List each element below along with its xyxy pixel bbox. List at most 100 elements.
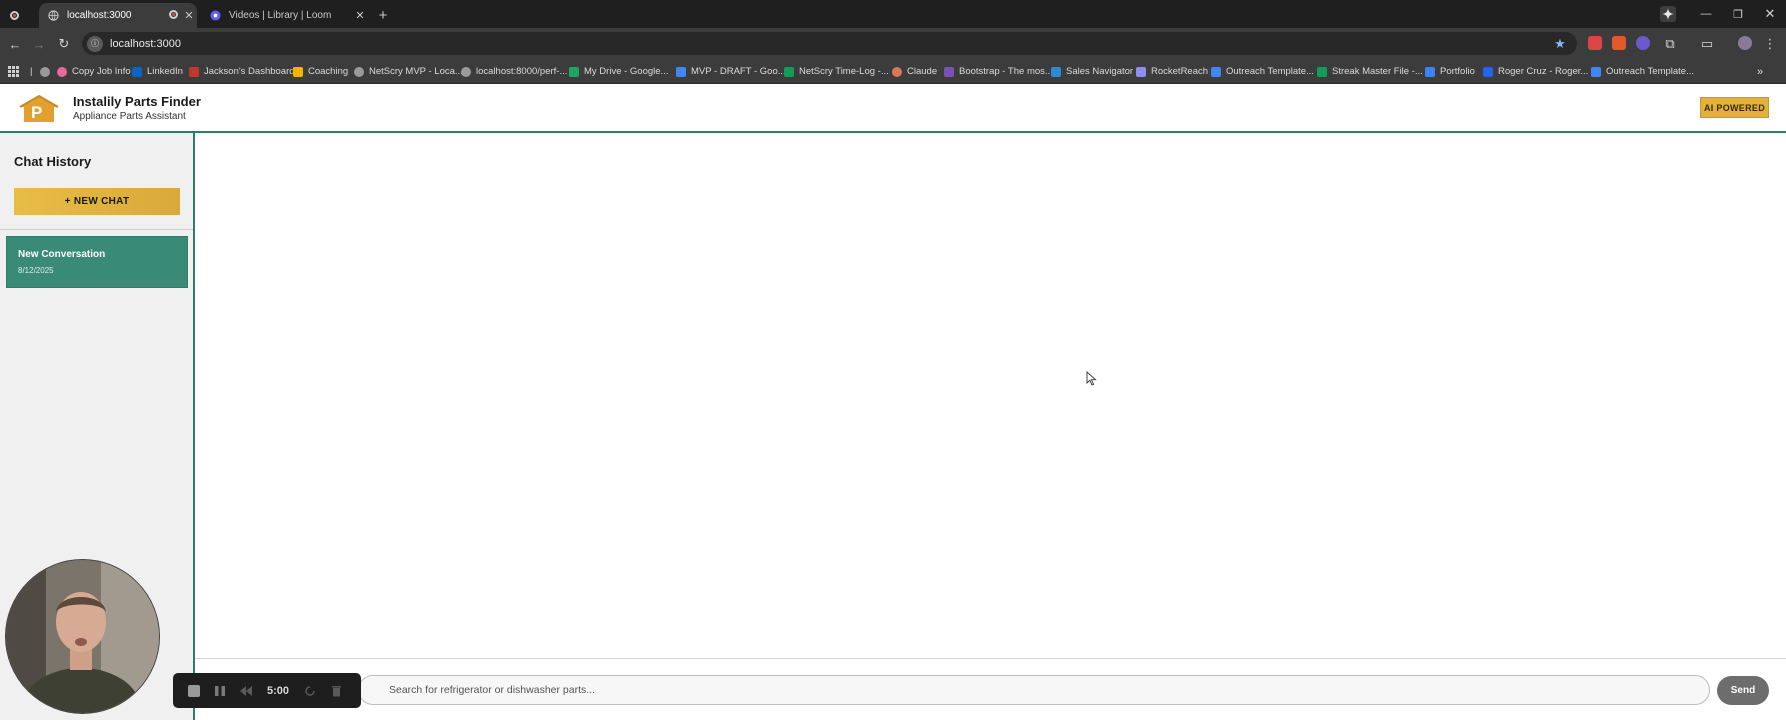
gemini-icon[interactable] [1652, 0, 1684, 28]
profile-avatar-icon[interactable] [1738, 36, 1752, 50]
bookmark-label: Outreach Template... [1226, 66, 1315, 77]
menu-kebab-icon[interactable]: ⋮ [1760, 34, 1780, 54]
mouse-cursor-icon [1086, 370, 1097, 391]
address-bar[interactable]: ⓘ localhost:3000 [82, 32, 1577, 55]
stop-icon[interactable] [181, 678, 207, 704]
recording-tab-icon [165, 9, 181, 22]
tab-title: Videos | Library | Loom [229, 10, 332, 21]
bookmark-item[interactable]: localhost:8000/perf-... [461, 64, 567, 79]
close-window-icon[interactable]: ✕ [1754, 0, 1786, 28]
apps-grid-icon[interactable] [8, 64, 19, 79]
bookmark-item[interactable]: NetScry Time-Log -... [784, 64, 889, 79]
conversation-item[interactable]: New Conversation 8/12/2025 [6, 236, 188, 288]
ai-powered-badge: AI POWERED [1700, 97, 1769, 118]
side-panel-icon[interactable]: ▭ [1697, 34, 1717, 54]
bookmark-label: LinkedIn [147, 66, 183, 77]
bookmark-item[interactable]: Outreach Template... [1591, 64, 1694, 79]
app-title: Instalily Parts Finder [73, 94, 201, 109]
bookmark-item[interactable]: Roger Cruz - Roger... [1483, 64, 1588, 79]
docs-icon [1591, 66, 1601, 77]
extension-orange-icon[interactable] [1612, 36, 1626, 50]
bookmark-item[interactable]: Portfolio [1425, 64, 1475, 79]
globe-icon [461, 66, 471, 77]
bookmarks-bar: | Copy Job Info LinkedIn Jackson's Dashb… [0, 59, 1786, 84]
minimize-icon[interactable]: — [1690, 0, 1722, 28]
bookmark-label: MVP - DRAFT - Goo... [691, 66, 786, 77]
recording-indicator-icon [10, 3, 36, 28]
bookmark-label: Jackson's Dashboard [204, 66, 295, 77]
bookmark-label: Outreach Template... [1606, 66, 1695, 77]
bookmark-star-icon[interactable]: ★ [1550, 34, 1570, 54]
docs-icon [676, 66, 686, 77]
webcam-bubble[interactable] [5, 559, 160, 714]
bookmark-label: Portfolio [1440, 66, 1475, 77]
bookmark-item[interactable]: Streak Master File -... [1317, 64, 1423, 79]
bookmark-item[interactable]: Sales Navigator [1051, 64, 1133, 79]
tab-loom[interactable]: Videos | Library | Loom ✕ [201, 3, 368, 28]
house-logo-icon: P [18, 94, 60, 124]
forward-icon[interactable]: → [29, 34, 49, 54]
bookmark-item[interactable]: Outreach Template... [1211, 64, 1314, 79]
new-tab-button[interactable]: + [372, 3, 394, 28]
extensions-puzzle-icon[interactable]: ⧉ [1660, 34, 1680, 54]
bookmark-label: localhost:8000/perf-... [476, 66, 568, 77]
pause-icon[interactable] [207, 678, 233, 704]
bookmark-item[interactable]: Coaching [293, 64, 348, 79]
tab-title: localhost:3000 [67, 10, 132, 21]
close-tab-icon[interactable]: ✕ [352, 9, 368, 22]
browser-tab-strip: localhost:3000 ✕ Videos | Library | Loom… [0, 0, 1786, 28]
bookmark-item[interactable]: Copy Job Info [57, 64, 131, 79]
bookmark-item[interactable]: Bootstrap - The mos... [944, 64, 1053, 79]
bookmark-item[interactable]: My Drive - Google... [569, 64, 668, 79]
app-subtitle: Appliance Parts Assistant [73, 111, 186, 122]
dashboard-icon [189, 66, 199, 77]
bootstrap-icon [944, 66, 954, 77]
sidebar-divider [0, 229, 193, 230]
rewind-icon[interactable] [233, 678, 259, 704]
browser-toolbar: ← → ↻ ⓘ localhost:3000 ★ ⧉ ▭ ⋮ [0, 28, 1786, 59]
bookmark-item[interactable]: Jackson's Dashboard [189, 64, 295, 79]
bookmark-label: Coaching [308, 66, 349, 77]
bookmark-item[interactable]: Claude [892, 64, 937, 79]
app-header: P Instalily Parts Finder Appliance Parts… [0, 84, 1786, 133]
url-text: localhost:3000 [110, 37, 181, 50]
send-button[interactable]: Send [1717, 676, 1769, 705]
rocket-icon [1136, 66, 1146, 77]
bookmark-label: RocketReach [1151, 66, 1209, 77]
bookmark-label: Sales Navigator [1066, 66, 1134, 77]
sidebar-title: Chat History [14, 154, 92, 169]
extension-red-icon[interactable] [1588, 36, 1602, 50]
bookmark-item[interactable]: NetScry MVP - Loca... [354, 64, 463, 79]
close-tab-icon[interactable]: ✕ [181, 9, 197, 22]
bookmark-item[interactable]: RocketReach [1136, 64, 1208, 79]
tab-localhost[interactable]: localhost:3000 ✕ [39, 3, 197, 28]
bookmark-item[interactable]: MVP - DRAFT - Goo... [676, 64, 786, 79]
bookmark-separator-icon: | [30, 66, 33, 77]
restart-icon[interactable] [297, 678, 323, 704]
linkedin-icon [132, 66, 142, 77]
restore-icon[interactable]: ❐ [1722, 0, 1754, 28]
bookmark-globe[interactable] [40, 64, 55, 79]
conversation-date: 8/12/2025 [18, 266, 54, 275]
site-info-icon[interactable]: ⓘ [87, 35, 103, 52]
loom-icon [209, 10, 221, 22]
more-bookmarks-icon[interactable]: » [1757, 64, 1763, 79]
globe-icon [354, 66, 364, 77]
bookmark-item[interactable]: LinkedIn [132, 64, 183, 79]
back-icon[interactable]: ← [5, 34, 25, 54]
sheets-icon [784, 66, 794, 77]
portfolio-icon [1425, 66, 1435, 77]
globe-icon [40, 66, 50, 77]
globe-icon [47, 10, 59, 22]
trash-icon[interactable] [323, 678, 349, 704]
logo-letter: P [31, 103, 43, 122]
bookmark-label: NetScry Time-Log -... [799, 66, 889, 77]
bookmark-label: NetScry MVP - Loca... [369, 66, 463, 77]
reload-icon[interactable]: ↻ [54, 34, 74, 54]
chat-input[interactable] [358, 675, 1710, 705]
bookmark-label: Copy Job Info [72, 66, 131, 77]
extension-purple-icon[interactable] [1636, 36, 1650, 50]
x-icon [1483, 66, 1493, 77]
new-chat-button[interactable]: + NEW CHAT [14, 188, 180, 215]
bookmark-label: Claude [907, 66, 938, 77]
